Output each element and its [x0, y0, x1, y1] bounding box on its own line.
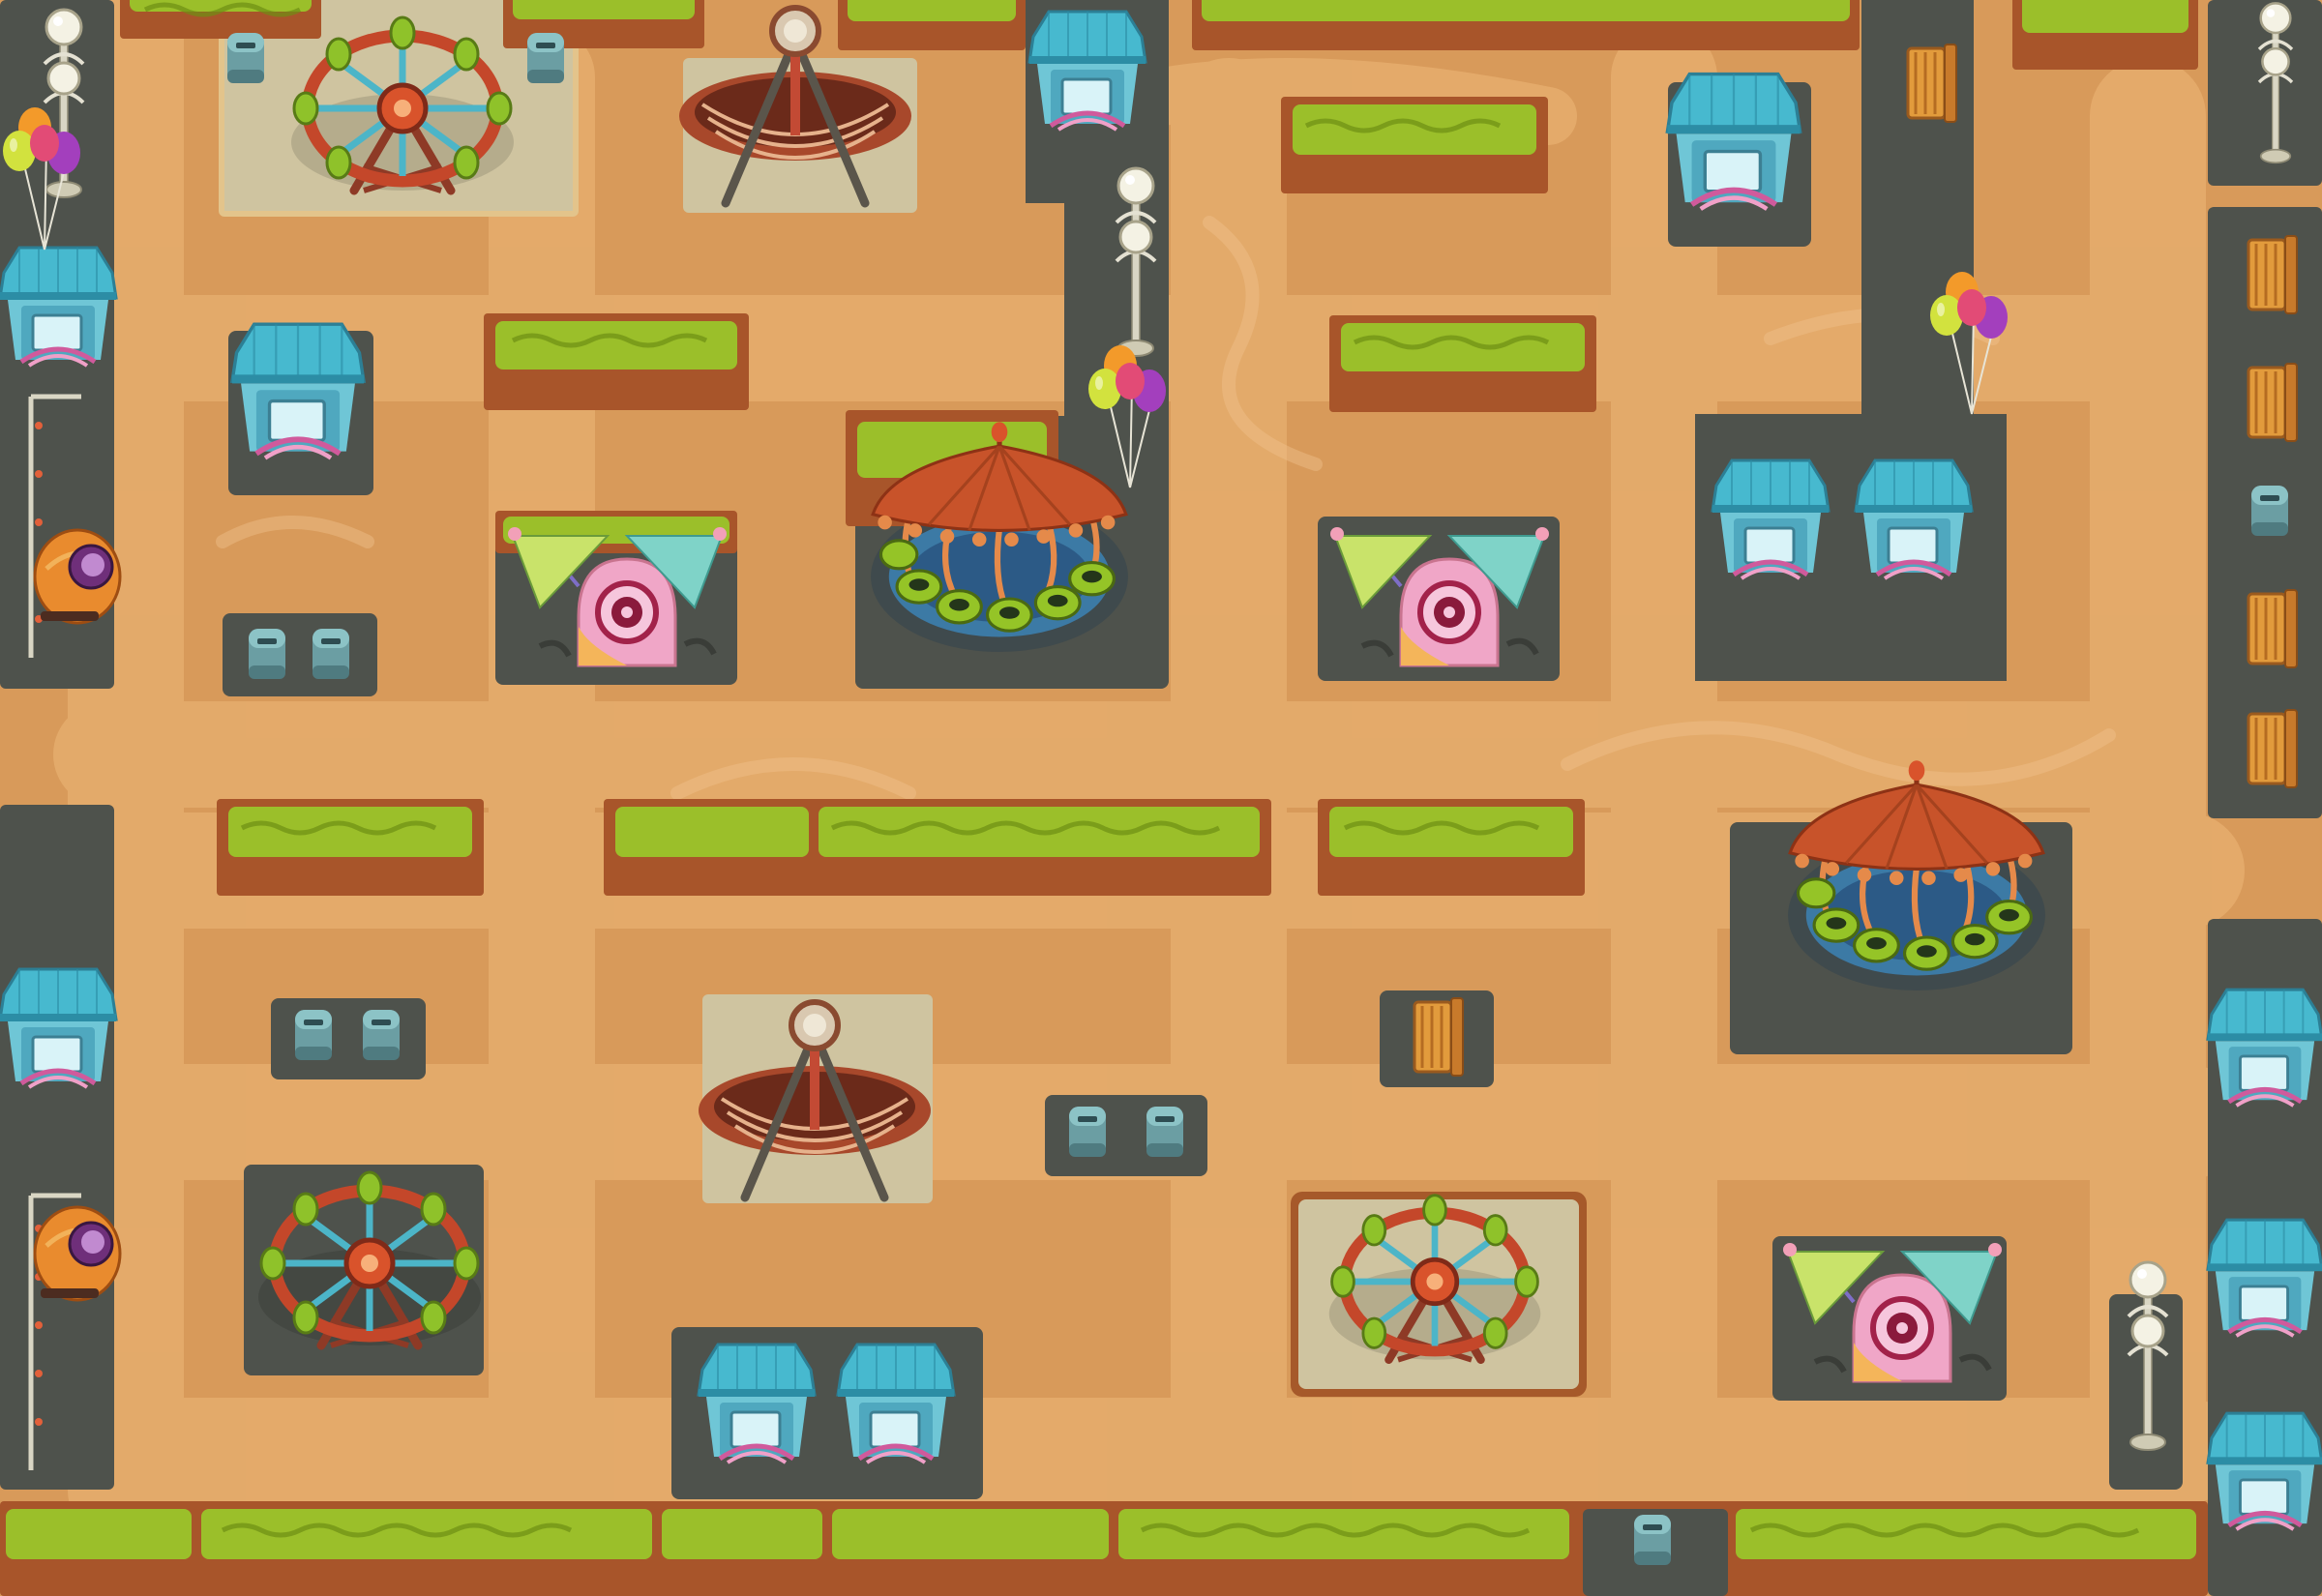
kiosk-icon[interactable]: [1856, 460, 1972, 578]
bench-icon[interactable]: [2247, 588, 2299, 669]
bench-icon[interactable]: [1413, 996, 1465, 1078]
trash-bin-icon[interactable]: [363, 1010, 400, 1060]
trash-bin-icon[interactable]: [313, 629, 349, 679]
kiosk-icon[interactable]: [0, 969, 116, 1087]
kiosk-icon[interactable]: [1712, 460, 1829, 578]
trash-bin-icon[interactable]: [2251, 486, 2288, 536]
bench-icon[interactable]: [1906, 43, 1958, 124]
trash-bin-icon[interactable]: [527, 33, 564, 83]
trash-bin-icon[interactable]: [295, 1010, 332, 1060]
kiosk-icon[interactable]: [232, 324, 364, 458]
kiosk-icon[interactable]: [1029, 12, 1146, 130]
kiosk-icon[interactable]: [838, 1345, 954, 1463]
ride-pod-icon[interactable]: [35, 1207, 120, 1300]
park-map-canvas: [0, 0, 2322, 1596]
bench-icon[interactable]: [2247, 362, 2299, 443]
trash-bin-icon[interactable]: [1634, 1515, 1671, 1565]
kiosk-icon[interactable]: [2208, 1220, 2322, 1336]
trash-bin-icon[interactable]: [249, 629, 285, 679]
park-map: [0, 0, 2322, 1596]
kiosk-icon[interactable]: [1667, 74, 1800, 209]
trash-bin-icon[interactable]: [227, 33, 264, 83]
kiosk-icon[interactable]: [0, 248, 116, 366]
kiosk-icon[interactable]: [2208, 1413, 2322, 1529]
trash-bin-icon[interactable]: [1069, 1107, 1106, 1157]
trash-bin-icon[interactable]: [1146, 1107, 1183, 1157]
kiosk-icon[interactable]: [699, 1345, 815, 1463]
ride-pod-icon[interactable]: [35, 530, 120, 623]
bench-icon[interactable]: [2247, 234, 2299, 315]
kiosk-icon[interactable]: [2208, 990, 2322, 1106]
bench-icon[interactable]: [2247, 708, 2299, 789]
